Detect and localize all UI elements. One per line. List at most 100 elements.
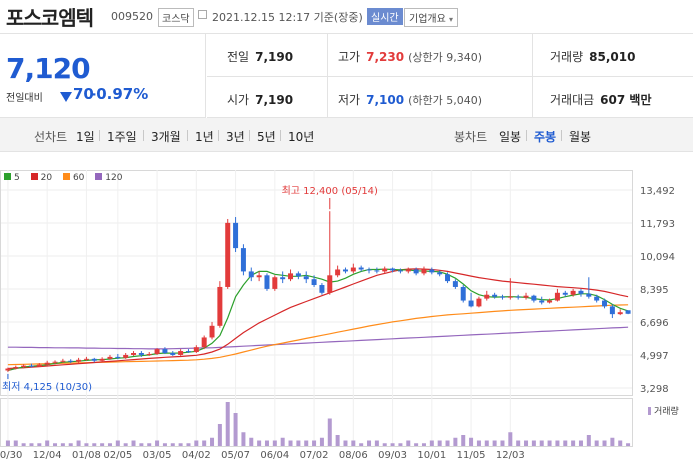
volume-bar [500,440,505,446]
x-tick-label: 04/02 [182,450,211,461]
candle-body [578,290,584,294]
company-info-dropdown[interactable]: 기업개요 ▾ [404,8,459,27]
candle-body [570,290,576,295]
candle-body [131,352,137,355]
candle-body [374,270,380,272]
candle-body [460,286,466,301]
volume-bar [60,443,65,446]
volume-bar [359,443,364,446]
volume-bar [508,432,513,446]
x-tick-label: 08/06 [339,450,368,461]
candle-body [28,365,34,367]
period-1w[interactable]: 1주일 [107,128,137,145]
period-1d[interactable]: 1일 [76,128,95,145]
header: 포스코엠텍 009520 코스닥 2021.12.15 12:17 기준(장중)… [0,0,693,34]
candle-body [154,349,160,354]
volume-bar [484,440,489,446]
calendar-icon [198,10,207,19]
volume-bar [84,443,89,446]
x-tick-label: 09/03 [378,450,407,461]
candle-body [83,358,89,360]
volume-bar [539,440,544,446]
volume-bar [437,440,442,446]
volume-bar [382,443,387,446]
candle-weekly[interactable]: 주봉 [534,128,556,145]
legend-ma5: 5 [4,173,20,183]
price-chart: 13,492 11,793 10,094 8,395 6,696 4,997 3,298 10… [0,152,693,464]
candle-body [185,351,191,353]
candle-body [138,352,144,355]
candle-body [586,293,592,297]
volume-bar [390,443,395,446]
volume-bar [516,440,521,446]
realtime-button[interactable]: 실시간 [367,8,403,25]
x-tick-label: 03/05 [143,450,172,461]
volume-bar [76,440,81,446]
candle-body [21,365,27,367]
volume-bar [288,440,293,446]
x-tick-label: 12/04 [33,450,62,461]
candle-body [554,292,560,301]
volume-bar [445,440,450,446]
period-1y[interactable]: 1년 [195,128,214,145]
y-tick-label: 11,793 [640,219,675,230]
volume-label: 거래량 [654,405,679,417]
volume-bar [453,437,458,446]
ma20-line [7,268,629,370]
stat-high: 고가 7,230 (상한가 9,340) [338,50,482,64]
ma120-line [7,326,629,350]
volume-bar [92,443,97,446]
period-3y[interactable]: 3년 [226,128,245,145]
volume-bar [225,402,230,446]
candle-body [209,325,215,338]
candle-daily[interactable]: 일봉 [499,128,521,145]
candle-body [123,354,129,358]
period-3m[interactable]: 3개월 [151,128,181,145]
candle-monthly[interactable]: 월봉 [569,128,591,145]
candle-body [280,277,286,280]
x-tick-label: 07/02 [300,450,329,461]
candle-body [193,347,199,353]
ma-legend: 5 20 60 120 [4,173,130,183]
candle-body [382,268,388,272]
volume-bar [147,443,152,446]
volume-bar [429,440,434,446]
candle-body [248,271,254,278]
candle-body [240,248,246,272]
candle-body [429,269,435,273]
period-10y[interactable]: 10년 [288,128,314,145]
volume-bar [578,440,583,446]
volume-bar [178,443,183,446]
market-badge: 코스닥 [158,8,194,27]
volume-bar [5,440,10,446]
volume-bar [531,440,536,446]
volume-bar [618,440,623,446]
y-tick-label: 6,696 [640,318,669,329]
candle-body [99,358,105,361]
ma60-line [7,304,629,366]
volume-bar [626,443,631,446]
stats-grid: 전일 7,190 고가 7,230 (상한가 9,340) 거래량 85,010 시가 7… [207,34,693,118]
volume-bar [476,440,481,446]
x-tick-label: 10/01 [417,450,446,461]
volume-bar [469,437,474,446]
candle-body [492,294,498,297]
volume-bar [202,440,207,446]
legend-ma20: 20 [30,173,52,183]
candle-body [91,358,97,361]
candle-body [217,286,223,326]
down-arrow-icon [60,92,72,102]
x-tick-label: 06/04 [260,450,289,461]
y-tick-label: 4,997 [640,351,669,362]
volume-bar [367,440,372,446]
candle-body [335,269,341,276]
volume-bar [335,435,340,446]
volume-bar [21,443,26,446]
current-price: 7,120 [6,52,91,85]
volume-bar [186,443,191,446]
period-5y[interactable]: 5년 [257,128,276,145]
candle-body [13,366,19,369]
candle-body [413,269,419,274]
candle-body [531,295,537,301]
candle-body [225,222,231,287]
